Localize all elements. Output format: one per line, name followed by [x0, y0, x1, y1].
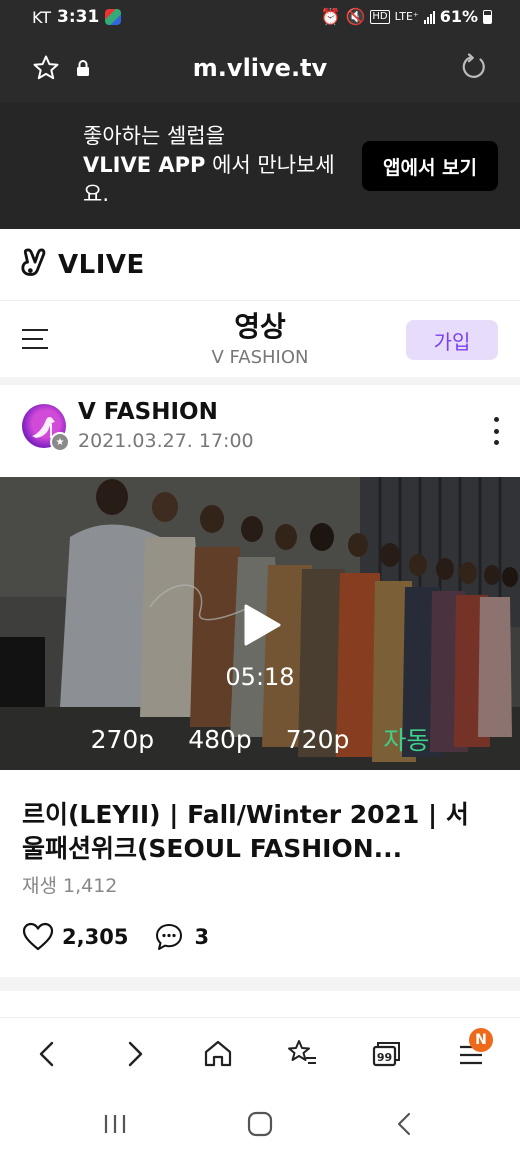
browser-bottom-nav: 99 N — [0, 1017, 520, 1089]
vlive-logo[interactable]: VLIVE — [20, 247, 145, 283]
clock: 3:31 — [57, 7, 100, 27]
post-title-line-2: 울패션위크(SEOUL FASHION... — [22, 834, 403, 863]
home-icon[interactable] — [202, 1038, 234, 1070]
app-install-banner: 좋아하는 셀럽을 VLIVE APP 에서 만나보세 요. 앱에서 보기 — [0, 102, 520, 292]
section-divider-2 — [0, 977, 520, 991]
system-back-icon[interactable] — [390, 1109, 420, 1139]
banner-line-3: 요. — [83, 182, 109, 206]
tabs-icon[interactable]: 99 — [370, 1038, 402, 1070]
network-type: LTE⁺ — [394, 10, 419, 23]
quality-720p-button[interactable]: 720p — [269, 721, 367, 757]
url-text[interactable]: m.vlive.tv — [0, 54, 520, 82]
recent-apps-icon[interactable] — [100, 1109, 130, 1139]
reload-icon[interactable] — [460, 53, 488, 81]
back-icon[interactable] — [32, 1038, 64, 1070]
alarm-icon: ⏰ — [320, 7, 341, 26]
browser-url-bar: m.vlive.tv — [0, 34, 520, 102]
comment-count: 3 — [194, 925, 210, 949]
banner-line-2-rest: 에서 만나보세 — [205, 153, 335, 177]
quality-480p-button[interactable]: 480p — [171, 721, 269, 757]
post-header: ★ V FASHION 2021.03.27. 17:00 — [0, 385, 520, 477]
signal-icon — [423, 10, 435, 24]
notification-badge: N — [469, 1028, 493, 1052]
post-date: 2021.03.27. 17:00 — [78, 430, 254, 452]
post-title-line-1: 르이(LEYII) | Fall/Winter 2021 | 서 — [22, 800, 469, 829]
site-header: VLIVE — [0, 229, 520, 301]
comment-icon[interactable] — [154, 922, 184, 952]
view-count: 재생 1,412 — [22, 875, 118, 897]
battery-icon — [483, 9, 492, 24]
open-in-app-button[interactable]: 앱에서 보기 — [362, 141, 498, 191]
logo-text: VLIVE — [58, 250, 145, 280]
quality-270p-button[interactable]: 270p — [74, 721, 172, 757]
status-right: ⏰ 🔇 HD LTE⁺ 61% — [321, 7, 492, 26]
more-options-icon[interactable] — [490, 417, 502, 445]
like-count: 2,305 — [62, 925, 129, 949]
post-title[interactable]: 르이(LEYII) | Fall/Winter 2021 | 서 울패션위크(S… — [22, 798, 502, 866]
system-navigation-bar — [0, 1089, 520, 1156]
notification-app-icon — [105, 9, 122, 25]
bookmarks-icon[interactable] — [286, 1038, 318, 1070]
channel-header: 영상 V FASHION 가입 — [0, 301, 520, 377]
heart-icon[interactable] — [22, 922, 54, 952]
post-author[interactable]: V FASHION — [78, 399, 218, 425]
play-icon[interactable] — [242, 603, 282, 647]
banner-line-1: 좋아하는 셀럽을 — [83, 124, 225, 148]
banner-app-name: VLIVE APP — [83, 153, 206, 177]
vlive-hand-icon — [21, 248, 46, 276]
svg-text:99: 99 — [377, 1051, 392, 1064]
quality-auto-button[interactable]: 자동 — [366, 721, 446, 757]
banner-message: 좋아하는 셀럽을 VLIVE APP 에서 만나보세 요. — [83, 122, 353, 209]
hd-voice-icon: HD — [370, 9, 390, 24]
status-left: KT 3:31 — [32, 7, 122, 27]
video-player[interactable]: 05:18 270p 480p 720p 자동 — [0, 477, 520, 770]
carrier-label: KT — [32, 7, 52, 27]
mute-icon: 🔇 — [345, 7, 366, 26]
quality-selector: 270p 480p 720p 자동 — [0, 721, 520, 757]
reaction-row: 2,305 3 — [22, 922, 209, 952]
section-divider — [0, 377, 520, 385]
channel-star-badge-icon: ★ — [50, 432, 70, 452]
battery-percent: 61% — [439, 7, 478, 26]
forward-icon[interactable] — [118, 1038, 150, 1070]
join-button[interactable]: 가입 — [406, 320, 498, 360]
banner-line-2: VLIVE APP 에서 만나보세 — [83, 151, 353, 180]
video-duration: 05:18 — [225, 663, 295, 691]
status-bar: KT 3:31 ⏰ 🔇 HD LTE⁺ 61% — [0, 0, 520, 34]
avatar[interactable]: ★ — [22, 404, 70, 452]
home-button-icon[interactable] — [245, 1109, 275, 1139]
